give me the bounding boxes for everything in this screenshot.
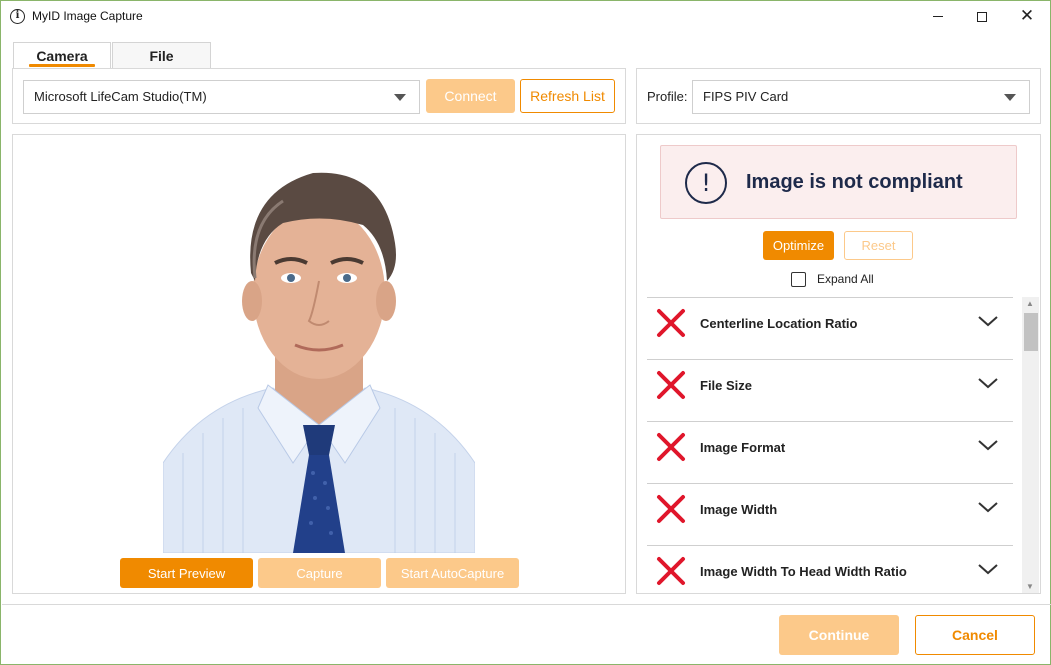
scroll-thumb[interactable] [1024,313,1038,351]
compliance-check-label: Centerline Location Ratio [700,316,858,331]
capture-button[interactable]: Capture [258,558,381,588]
scroll-up-icon[interactable]: ▲ [1026,299,1034,308]
captured-portrait-image [163,163,475,553]
fail-x-icon [657,557,685,585]
connect-button[interactable]: Connect [426,79,515,113]
active-tab-indicator [29,64,95,67]
expand-all-label: Expand All [817,272,874,286]
expand-all-checkbox[interactable] [791,272,806,287]
tab-file[interactable]: File [112,42,211,69]
scroll-down-icon[interactable]: ▼ [1026,582,1034,591]
maximize-icon [977,11,987,22]
compliance-check-row[interactable]: File Size [647,359,1013,411]
footer-divider [2,604,1051,605]
reset-button[interactable]: Reset [844,231,913,260]
portrait-illustration [163,172,475,553]
profile-label: Profile: [647,89,688,104]
compliance-scrollbar[interactable]: ▲ ▼ [1022,297,1039,593]
chevron-down-icon[interactable] [977,500,999,514]
title-bar: i MyID Image Capture ✕ [1,1,1050,32]
refresh-list-button[interactable]: Refresh List [520,79,615,113]
fail-x-icon [657,371,685,399]
chevron-down-icon[interactable] [977,438,999,452]
compliance-check-row[interactable]: Image Width [647,483,1013,535]
chevron-down-icon[interactable] [977,376,999,390]
compliance-check-row[interactable]: Image Format [647,421,1013,473]
cancel-button[interactable]: Cancel [915,615,1035,655]
app-window: i MyID Image Capture ✕ Camera File Micro… [0,0,1051,665]
compliance-check-label: Image Format [700,440,786,455]
continue-button[interactable]: Continue [779,615,899,655]
chevron-down-icon[interactable] [977,314,999,328]
compliance-check-row[interactable]: Image Width To Head Width Ratio [647,545,1013,597]
caret-down-icon [394,94,406,101]
caret-down-icon [1004,94,1016,101]
profile-value: FIPS PIV Card [703,89,789,104]
compliance-check-label: File Size [700,378,753,393]
fail-x-icon [657,433,685,461]
info-icon: i [10,9,25,24]
compliance-check-label: Image Width To Head Width Ratio [700,564,907,579]
compliance-check-label: Image Width [700,502,778,517]
window-title: MyID Image Capture [32,9,143,23]
compliance-status-text: Image is not compliant [746,171,963,193]
minimize-icon [933,16,943,17]
camera-device-select[interactable]: Microsoft LifeCam Studio(TM) [23,80,420,114]
close-icon: ✕ [1019,6,1035,26]
compliance-check-row[interactable]: Centerline Location Ratio [647,297,1013,349]
fail-x-icon [657,495,685,523]
close-button[interactable]: ✕ [1004,1,1050,32]
profile-select[interactable]: FIPS PIV Card [692,80,1030,114]
chevron-down-icon[interactable] [977,562,999,576]
exclamation-circle-icon: ! [685,162,727,204]
maximize-button[interactable] [959,1,1005,32]
start-autocapture-button[interactable]: Start AutoCapture [386,558,519,588]
start-preview-button[interactable]: Start Preview [120,558,253,588]
camera-device-value: Microsoft LifeCam Studio(TM) [34,89,207,104]
fail-x-icon [657,309,685,337]
minimize-button[interactable] [915,1,961,32]
optimize-button[interactable]: Optimize [763,231,834,260]
